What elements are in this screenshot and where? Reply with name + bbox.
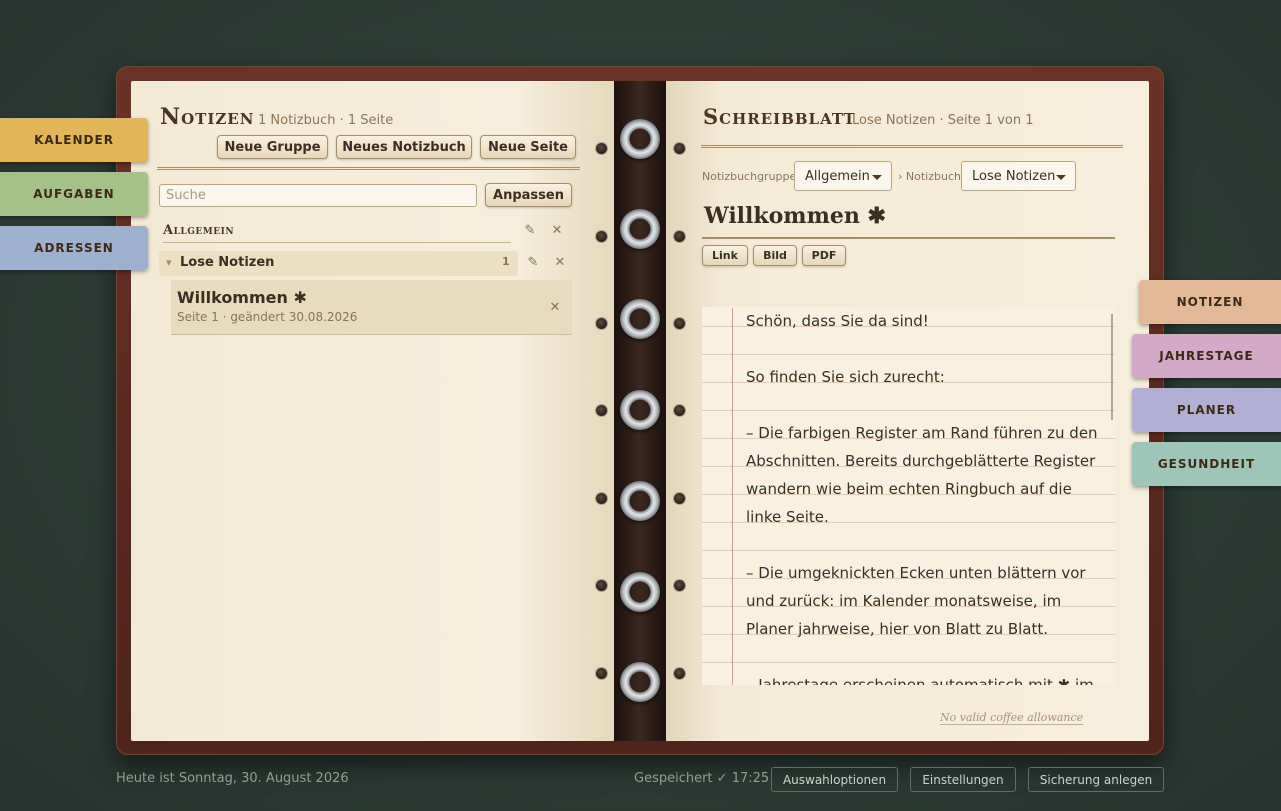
tab-kalender[interactable]: KALENDER (0, 118, 148, 162)
group-divider (163, 242, 511, 243)
binder-ring-icon (620, 572, 660, 612)
page-title: Notizen (160, 104, 255, 130)
group-select-value: Allgemein (805, 168, 870, 184)
page-item-meta: Seite 1 · geändert 30.08.2026 (177, 310, 358, 324)
binder-ring-icon (620, 299, 660, 339)
page-item-title: Willkommen ✱ (177, 288, 307, 307)
insert-pdf-button[interactable]: PDF (802, 245, 846, 266)
header-divider (157, 167, 580, 170)
tab-label: AUFGABEN (33, 187, 115, 201)
editor-subtitle: Lose Notizen · Seite 1 von 1 (852, 113, 1034, 128)
notebook-count-badge: 1 (502, 255, 510, 268)
editor-title: Schreibblatt (703, 104, 856, 129)
insert-link-button[interactable]: Link (702, 245, 748, 266)
left-page (131, 81, 614, 741)
tab-planer[interactable]: PLANER (1132, 388, 1281, 432)
today-date: Heute ist Sonntag, 30. August 2026 (116, 771, 349, 786)
notebook-row[interactable]: ▾ Lose Notizen 1 (159, 251, 518, 276)
note-scrollbar[interactable] (1111, 314, 1113, 420)
punch-hole-icon (596, 318, 607, 329)
tab-aufgaben[interactable]: AUFGABEN (0, 172, 148, 216)
settings-button[interactable]: Einstellungen (910, 767, 1016, 792)
search-input[interactable] (159, 184, 477, 207)
punch-hole-icon (596, 405, 607, 416)
chevron-down-icon (1056, 175, 1066, 180)
tab-label: GESUNDHEIT (1157, 457, 1256, 471)
new-group-button[interactable]: Neue Gruppe (217, 135, 328, 159)
punch-hole-icon (674, 318, 685, 329)
coffee-link[interactable]: No valid coffee allowance (940, 711, 1084, 725)
punch-hole-icon (674, 143, 685, 154)
group-select[interactable]: Allgemein (794, 161, 892, 191)
save-status: Gespeichert ✓ 17:25 (634, 771, 770, 786)
punch-hole-icon (674, 231, 685, 242)
chevron-down-icon (872, 175, 882, 180)
tab-adressen[interactable]: ADRESSEN (0, 226, 148, 270)
delete-group-icon[interactable]: ✕ (547, 223, 567, 238)
page-subtitle: 1 Notizbuch · 1 Seite (258, 113, 394, 128)
options-button[interactable]: Auswahloptionen (771, 767, 898, 792)
punch-hole-icon (596, 493, 607, 504)
editor-header-divider (701, 145, 1123, 148)
group-select-label: Notizbuchgruppe (702, 170, 797, 183)
delete-notebook-icon[interactable]: ✕ (550, 255, 570, 270)
expand-arrow-icon[interactable]: ▾ (166, 256, 172, 269)
binder-ring-icon (620, 209, 660, 249)
binder-ring-icon (620, 662, 660, 702)
tab-label: NOTIZEN (1176, 295, 1244, 309)
tab-label: ADRESSEN (34, 241, 114, 255)
new-notebook-button[interactable]: Neues Notizbuch (336, 135, 472, 159)
note-margin-line (732, 308, 733, 685)
insert-image-button[interactable]: Bild (753, 245, 797, 266)
note-title-field[interactable]: Willkommen ✱ (704, 203, 886, 229)
punch-hole-icon (596, 580, 607, 591)
punch-hole-icon (596, 143, 607, 154)
punch-hole-icon (674, 580, 685, 591)
tab-label: JAHRESTAGE (1159, 349, 1254, 363)
notebook-select-value: Lose Notizen (972, 168, 1056, 184)
punch-hole-icon (596, 668, 607, 679)
punch-hole-icon (674, 668, 685, 679)
tab-jahrestage[interactable]: JAHRESTAGE (1132, 334, 1281, 378)
tab-label: KALENDER (34, 133, 114, 147)
notebook-label: Lose Notizen (180, 255, 275, 270)
punch-hole-icon (674, 405, 685, 416)
notebook-select-label: › Notizbuch (898, 170, 961, 183)
tab-notizen[interactable]: NOTIZEN (1139, 280, 1281, 324)
note-body-text[interactable]: Schön, dass Sie da sind! So finden Sie s… (746, 307, 1108, 685)
tab-gesundheit[interactable]: GESUNDHEIT (1132, 442, 1281, 486)
edit-group-icon[interactable]: ✎ (520, 223, 540, 238)
tab-label: PLANER (1176, 403, 1237, 417)
adjust-button[interactable]: Anpassen (485, 183, 572, 207)
group-label[interactable]: Allgemein (163, 223, 234, 238)
punch-hole-icon (674, 493, 685, 504)
punch-hole-icon (596, 231, 607, 242)
backup-button[interactable]: Sicherung anlegen (1028, 767, 1164, 792)
new-page-button[interactable]: Neue Seite (480, 135, 576, 159)
delete-page-icon[interactable]: ✕ (545, 300, 565, 315)
binder-ring-icon (620, 119, 660, 159)
binder-ring-icon (620, 390, 660, 430)
note-title-underline (702, 237, 1115, 239)
page-list-item[interactable]: Willkommen ✱ Seite 1 · geändert 30.08.20… (171, 280, 572, 335)
binder-ring-icon (620, 481, 660, 521)
edit-notebook-icon[interactable]: ✎ (523, 255, 543, 270)
notebook-select[interactable]: Lose Notizen (961, 161, 1076, 191)
